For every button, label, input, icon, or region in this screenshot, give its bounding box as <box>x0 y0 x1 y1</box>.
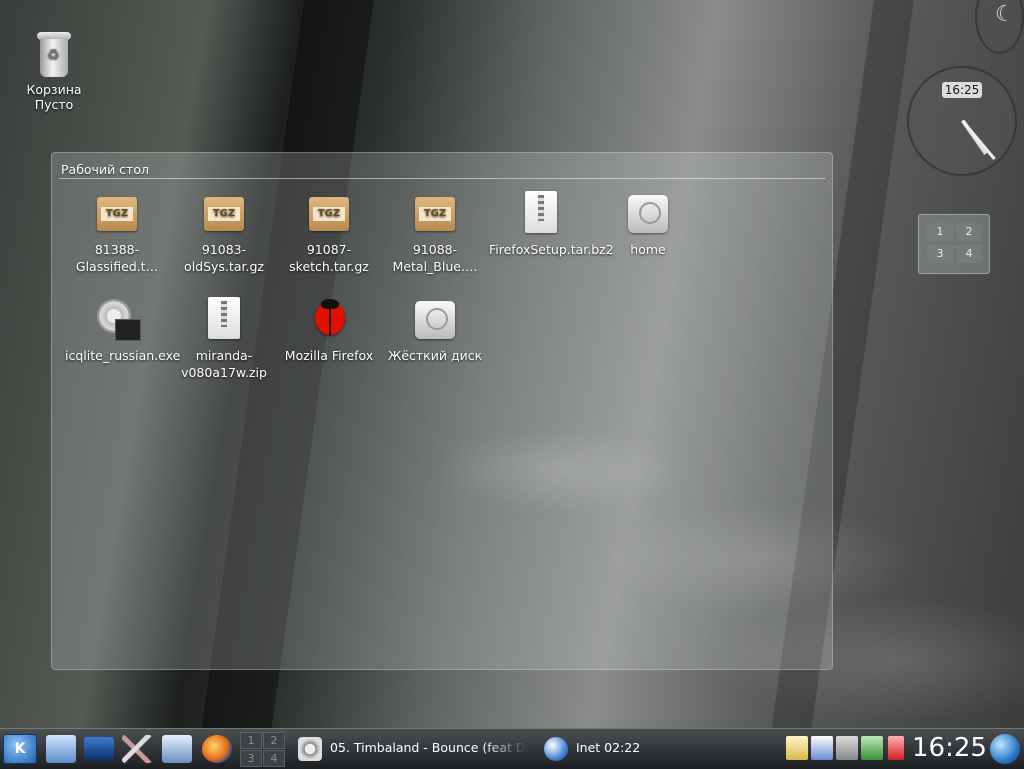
system-globe-icon[interactable] <box>990 734 1020 764</box>
pager-desktop-3[interactable]: 3 <box>927 245 953 263</box>
file-label: 91083-oldSys.tar.gz <box>184 242 264 274</box>
desktop-file-icon[interactable]: TGZ 91083-oldSys.tar.gz <box>172 191 276 275</box>
desktop-file-icon[interactable]: miranda-v080a17w.zip <box>172 297 276 381</box>
clipboard-tray-icon[interactable] <box>786 736 808 760</box>
taskbar-pager-desktop-2[interactable]: 2 <box>263 732 285 749</box>
pager-widget: 1 2 3 4 <box>918 214 990 274</box>
taskbar-pager-desktop-1[interactable]: 1 <box>240 732 262 749</box>
file-label: 91088-Metal_Blue.… <box>392 242 478 274</box>
trash-status: Пусто <box>34 97 74 112</box>
trash-title: Корзина <box>26 82 82 97</box>
desktop-folder-icon[interactable]: home <box>596 191 700 258</box>
folder-view-widget[interactable]: Рабочий стол TGZ 81388-Glassified.t… TGZ… <box>51 152 833 670</box>
taskbar-clock[interactable]: 16:25 <box>912 731 987 765</box>
desktop-drive-icon[interactable]: Жёсткий диск <box>383 297 487 364</box>
kmenu-button[interactable]: K <box>3 734 37 764</box>
pager-desktop-4[interactable]: 4 <box>956 245 982 263</box>
file-label: 91087-sketch.tar.gz <box>289 242 369 274</box>
terminal-icon[interactable] <box>84 737 114 761</box>
trash-can-icon <box>37 32 71 78</box>
tgz-archive-icon: TGZ <box>413 191 457 237</box>
network-tray-icon[interactable] <box>861 736 883 760</box>
trash-desktop-icon[interactable]: Корзина Пусто <box>24 32 84 112</box>
desktop-app-icon[interactable]: Mozilla Firefox <box>277 297 381 364</box>
moon-phase-widget[interactable] <box>975 0 1024 54</box>
power-tray-icon[interactable] <box>888 736 904 760</box>
clock-digital-label: 16:25 <box>942 82 982 98</box>
file-label: miranda-v080a17w.zip <box>181 348 267 380</box>
show-desktop-icon[interactable] <box>46 735 76 763</box>
desktop-file-icon[interactable]: TGZ 81388-Glassified.t… <box>65 191 169 275</box>
hard-drive-icon <box>626 191 670 237</box>
file-label: Mozilla Firefox <box>284 348 374 363</box>
taskbar-pager-desktop-3[interactable]: 3 <box>240 750 262 767</box>
desktop-file-icon[interactable]: TGZ 91087-sketch.tar.gz <box>277 191 381 275</box>
volume-tray-icon[interactable] <box>836 736 858 760</box>
tgz-archive-icon: TGZ <box>95 191 139 237</box>
network-globe-icon <box>544 736 568 761</box>
clock-minute-hand <box>961 119 996 160</box>
pager-desktop-1[interactable]: 1 <box>927 223 953 241</box>
desktop-file-icon[interactable]: TGZ 91088-Metal_Blue.… <box>383 191 487 275</box>
analog-clock-widget[interactable]: 16:25 <box>907 66 1017 176</box>
task-network[interactable]: Inet 02:22 <box>544 733 674 763</box>
media-player-icon <box>298 736 322 761</box>
firefox-icon[interactable] <box>202 735 232 763</box>
file-label: 81388-Glassified.t… <box>75 242 159 274</box>
ladybug-icon <box>307 297 351 343</box>
file-label: icqlite_russian.exe <box>65 348 181 363</box>
taskbar-pager: 1 2 3 4 <box>240 731 286 767</box>
task-media-player[interactable]: 05. Timbaland - Bounce (feat Dr <box>298 733 528 763</box>
task-label: 05. Timbaland - Bounce (feat Dr <box>330 740 528 755</box>
messenger-tray-icon[interactable] <box>811 736 833 760</box>
file-label: Жёсткий диск <box>387 348 483 363</box>
hard-drive-icon <box>413 297 457 343</box>
system-monitor-icon[interactable] <box>162 735 192 763</box>
tgz-archive-icon: TGZ <box>307 191 351 237</box>
desktop-file-icon[interactable]: icqlite_russian.exe <box>65 297 181 364</box>
file-label: FirefoxSetup.tar.bz2 <box>489 242 614 257</box>
settings-tools-icon[interactable] <box>122 735 152 763</box>
executable-gear-icon <box>95 297 141 343</box>
pager-desktop-2[interactable]: 2 <box>956 223 982 241</box>
tgz-archive-icon: TGZ <box>202 191 246 237</box>
folder-view-divider <box>59 178 825 179</box>
task-label: Inet 02:22 <box>576 740 641 755</box>
zip-archive-icon <box>202 297 246 343</box>
file-label: home <box>630 242 666 257</box>
zip-archive-icon <box>519 191 563 237</box>
desktop-file-icon[interactable]: FirefoxSetup.tar.bz2 <box>489 191 614 258</box>
taskbar-pager-desktop-4[interactable]: 4 <box>263 750 285 767</box>
folder-view-title: Рабочий стол <box>61 162 149 177</box>
